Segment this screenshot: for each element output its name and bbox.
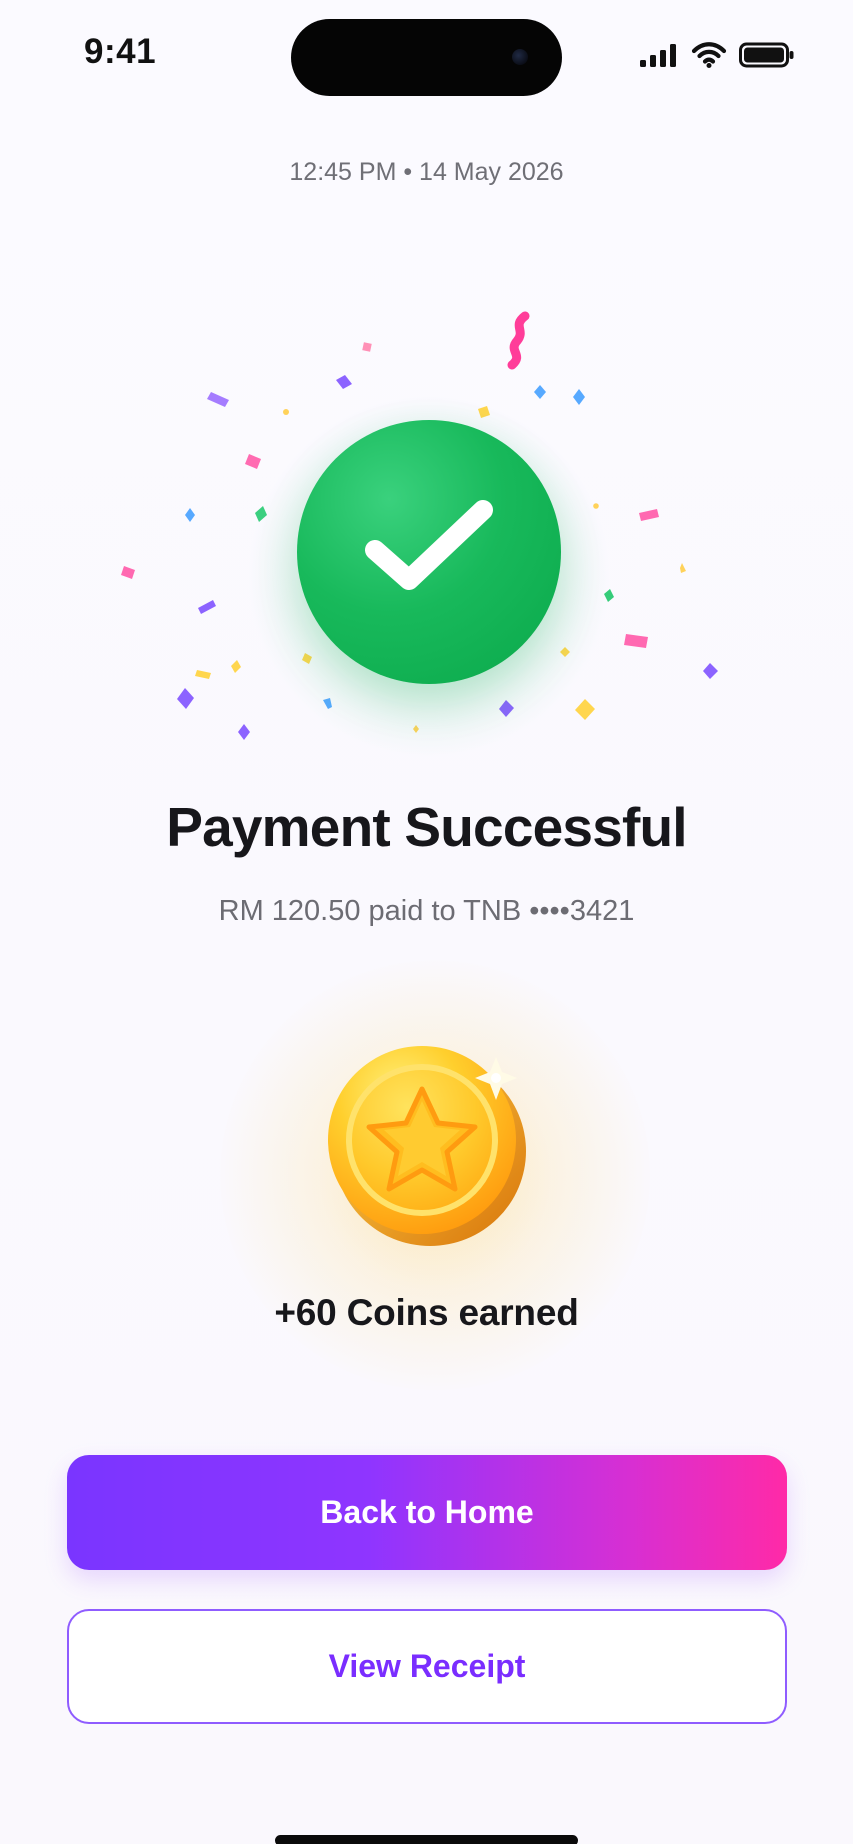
- battery-icon: [739, 42, 795, 68]
- dynamic-island: [291, 19, 562, 96]
- status-time: 9:41: [84, 32, 157, 71]
- payment-timestamp: 12:45 PM • 14 May 2026: [289, 158, 564, 186]
- coin-star-icon: [328, 1046, 526, 1246]
- coins-earned-text: +60 Coins earned: [274, 1292, 579, 1333]
- status-icons: [639, 41, 795, 69]
- payment-success-screen: 9:41 12:45 PM • 14 May 2026 Payment Succ…: [0, 0, 853, 1844]
- signal-icon: [639, 43, 679, 67]
- success-badge: [297, 420, 561, 684]
- wifi-icon: [691, 41, 727, 69]
- payment-success-title: Payment Successful: [166, 796, 687, 858]
- home-indicator[interactable]: [275, 1835, 578, 1844]
- view-receipt-button[interactable]: View Receipt: [67, 1609, 787, 1724]
- payment-details: RM 120.50 paid to TNB ••••3421: [218, 895, 635, 927]
- checkmark-icon: [365, 500, 493, 590]
- camera-icon: [512, 49, 528, 65]
- back-to-home-button[interactable]: Back to Home: [67, 1455, 787, 1570]
